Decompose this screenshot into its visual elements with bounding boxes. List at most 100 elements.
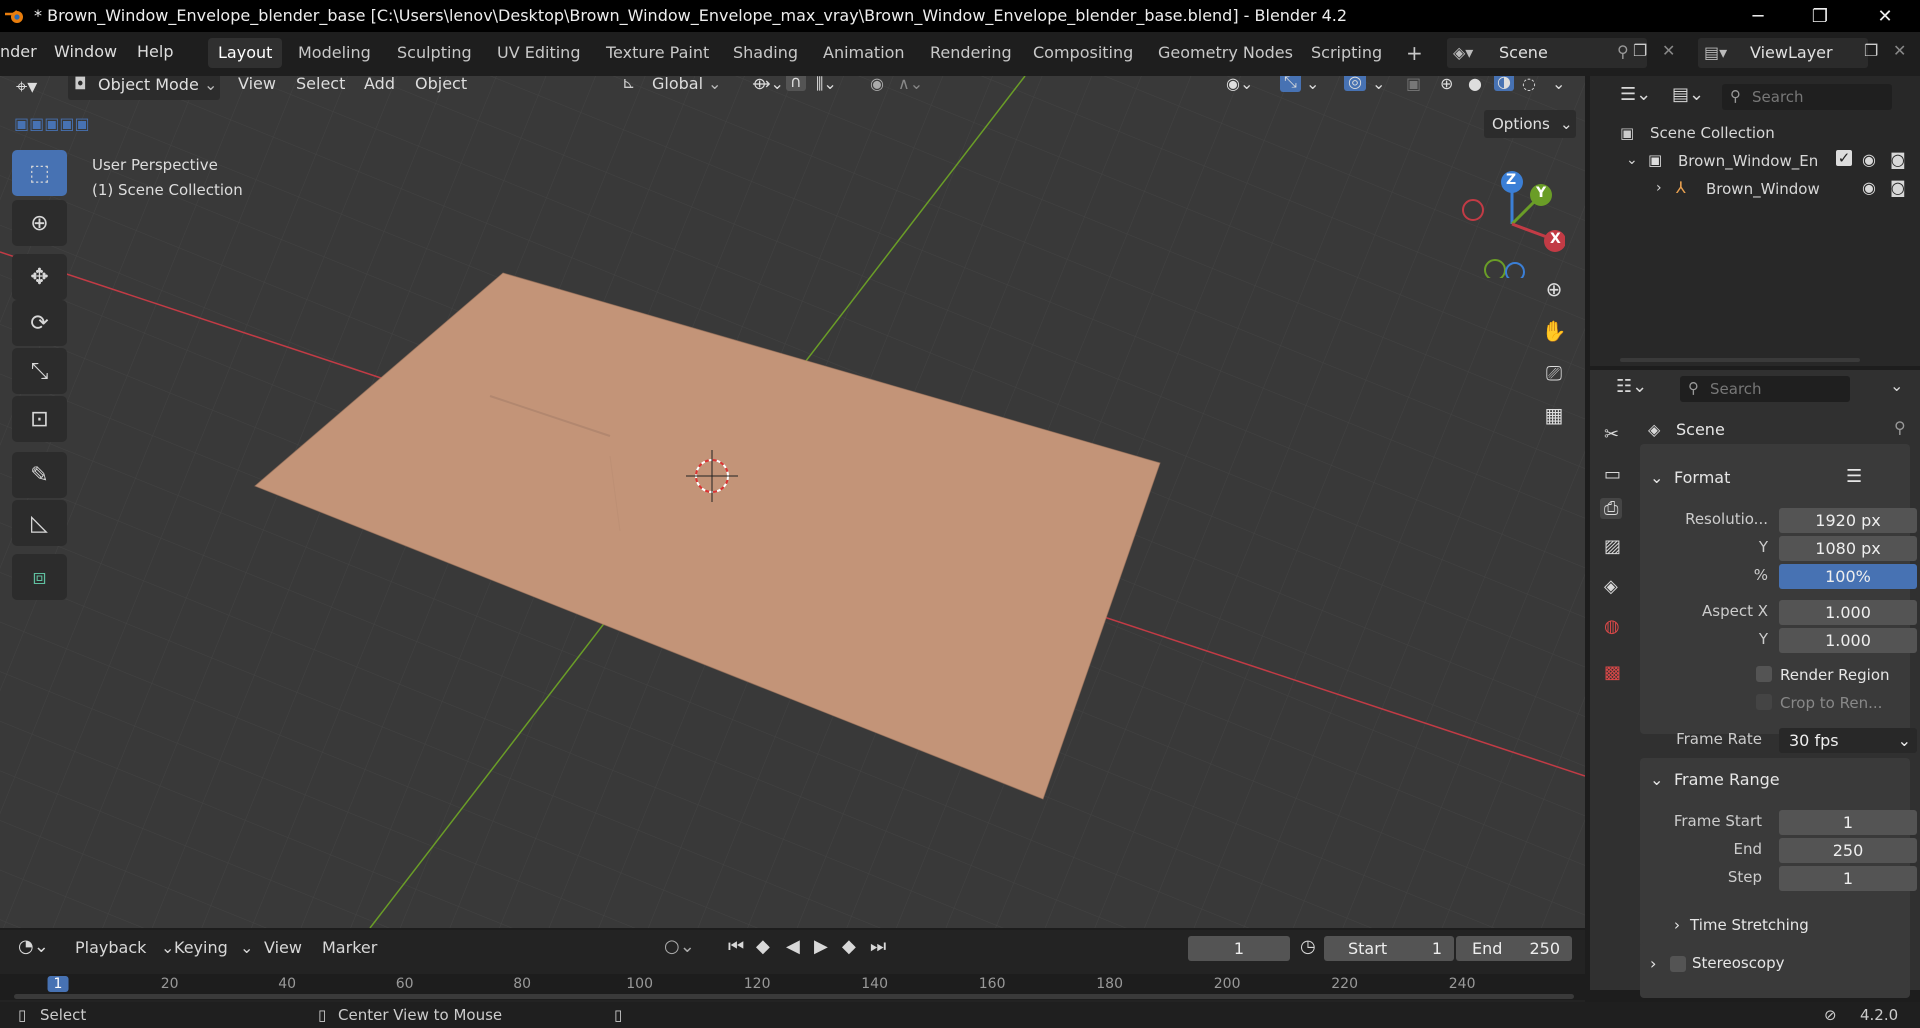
pin-icon[interactable]: ⚲ <box>1617 42 1629 61</box>
stereoscopy-header[interactable]: Stereoscopy <box>1692 954 1785 972</box>
viewlayer-selector[interactable]: ▤▾ ViewLayer <box>1698 38 1868 68</box>
minimize-button[interactable]: ─ <box>1735 0 1781 32</box>
outliner-scrollbar[interactable] <box>1620 358 1860 362</box>
tab-texture-paint[interactable]: Texture Paint <box>596 38 719 68</box>
editor-type-icon[interactable]: ⌖▾ <box>16 76 37 98</box>
new-viewlayer-icon[interactable]: ❐ <box>1864 41 1878 60</box>
checkbox-icon[interactable]: ✓ <box>1836 150 1852 166</box>
menu-playback[interactable]: Playback <box>75 938 146 957</box>
frame-range-header[interactable]: Frame Range <box>1674 770 1780 789</box>
stereoscopy-checkbox[interactable] <box>1670 956 1686 972</box>
tab-rendering[interactable]: Rendering <box>920 38 1022 68</box>
orientation-label[interactable]: Global <box>652 76 703 93</box>
outliner-object-label[interactable]: Brown_Window <box>1706 180 1820 198</box>
3d-viewport[interactable]: ⌖▾ ◘ Object Mode ⌄ View Select Add Objec… <box>0 76 1585 928</box>
scene-selector[interactable]: ◈▾ Scene ⚲ <box>1447 38 1647 68</box>
timeline-scrollbar[interactable] <box>14 994 1574 999</box>
chevron-down-icon[interactable]: ⌄ <box>1372 76 1385 93</box>
properties-search-input[interactable]: ⚲ Search <box>1680 376 1850 402</box>
new-scene-icon[interactable]: ❐ <box>1633 41 1647 60</box>
tab-sculpting[interactable]: Sculpting <box>387 38 482 68</box>
scale-tool[interactable]: ⤡ <box>12 348 67 394</box>
presets-icon[interactable]: ☰ <box>1846 466 1862 487</box>
transform-tool[interactable]: ⊡ <box>12 396 67 442</box>
chevron-down-icon[interactable]: ⌄ <box>1626 152 1638 168</box>
snap-icon[interactable]: ∩ <box>786 76 806 91</box>
tab-compositing[interactable]: Compositing <box>1023 38 1143 68</box>
play-reverse-icon[interactable]: ◀ <box>786 936 800 957</box>
camera-icon[interactable]: ◙ <box>1890 178 1906 197</box>
visibility-icon[interactable]: ◉⌄ <box>1226 76 1253 93</box>
menu-help[interactable]: Help <box>137 42 173 61</box>
crop-checkbox[interactable] <box>1756 694 1772 710</box>
rotate-tool[interactable]: ⟳ <box>12 300 67 346</box>
chevron-down-icon[interactable]: ⌄ <box>1890 376 1903 395</box>
proportional-edit-icon[interactable]: ◉ <box>870 76 884 93</box>
delete-scene-icon[interactable]: ✕ <box>1662 41 1675 60</box>
chevron-down-icon[interactable]: ⌄ <box>1552 76 1565 93</box>
record-icon[interactable]: ○⌄ <box>664 936 695 957</box>
resolution-y-field[interactable]: 1080 px <box>1779 536 1917 561</box>
menu-add[interactable]: Add <box>364 76 395 93</box>
pivot-icon[interactable]: ⟴⌄ <box>752 76 784 93</box>
add-cube-tool[interactable]: ⧈ <box>12 554 67 600</box>
camera-icon[interactable]: ◙ <box>1890 150 1906 169</box>
frame-range-expand-icon[interactable]: ⌄ <box>1650 770 1663 789</box>
tab-scripting[interactable]: Scripting <box>1301 38 1392 68</box>
timeline-editor-icon[interactable]: ◔⌄ <box>18 936 49 957</box>
wireframe-shading-icon[interactable]: ⊕ <box>1440 76 1453 93</box>
tool-tab-icon[interactable]: ✂ <box>1604 424 1619 445</box>
maximize-button[interactable]: ❐ <box>1797 0 1843 32</box>
select-box-tool[interactable]: ⬚ <box>12 150 67 196</box>
time-stretching-header[interactable]: Time Stretching <box>1690 916 1809 934</box>
format-expand-icon[interactable]: ⌄ <box>1650 468 1663 487</box>
menu-view[interactable]: View <box>238 76 276 93</box>
display-mode-icon[interactable]: ▤⌄ <box>1672 84 1704 105</box>
next-keyframe-icon[interactable]: ◆ <box>842 936 856 957</box>
pan-button[interactable]: ✋ <box>1535 312 1573 350</box>
outliner-collection-label[interactable]: Brown_Window_En <box>1678 152 1818 170</box>
move-tool[interactable]: ✥ <box>12 254 67 300</box>
eye-icon[interactable]: ◉ <box>1862 150 1876 169</box>
cursor-tool[interactable]: ⊕ <box>12 200 67 246</box>
menu-keying[interactable]: Keying <box>174 938 228 957</box>
measure-tool[interactable]: ◺ <box>12 500 67 546</box>
annotate-tool[interactable]: ✎ <box>12 452 67 498</box>
tab-modeling[interactable]: Modeling <box>288 38 381 68</box>
outliner-editor-icon[interactable]: ☰⌄ <box>1620 84 1651 105</box>
zoom-button[interactable]: ⊕ <box>1535 270 1573 308</box>
frame-step-field[interactable]: 1 <box>1779 866 1917 891</box>
timeline-start-field[interactable]: Start 1 <box>1324 936 1454 961</box>
stereoscopy-expand-icon[interactable]: › <box>1650 954 1656 973</box>
chevron-down-icon[interactable]: ⌄ <box>1306 76 1319 93</box>
eye-icon[interactable]: ◉ <box>1862 178 1876 197</box>
menu-select[interactable]: Select <box>296 76 345 93</box>
resolution-x-field[interactable]: 1920 px <box>1779 508 1917 533</box>
render-tab-icon[interactable]: ▭ <box>1604 464 1621 485</box>
scene-collection-label[interactable]: Scene Collection <box>1650 124 1775 142</box>
gizmo-toggle-icon[interactable]: ⤡ <box>1280 76 1301 92</box>
tab-layout[interactable]: Layout <box>208 38 283 68</box>
properties-editor-icon[interactable]: ☷⌄ <box>1616 376 1647 397</box>
prev-keyframe-icon[interactable]: ◆ <box>756 936 770 957</box>
aspect-x-field[interactable]: 1.000 <box>1779 600 1917 625</box>
play-icon[interactable]: ▶ <box>814 936 828 957</box>
frame-start-field[interactable]: 1 <box>1779 810 1917 835</box>
tab-shading[interactable]: Shading <box>723 38 808 68</box>
menu-marker[interactable]: Marker <box>322 938 377 957</box>
jump-end-icon[interactable]: ⏭ <box>870 936 886 957</box>
stopwatch-icon[interactable]: ◷ <box>1300 936 1316 957</box>
world-tab-icon[interactable]: ◍ <box>1604 616 1620 637</box>
select-box-icon[interactable]: ▣▣▣▣▣ <box>14 114 90 133</box>
options-dropdown[interactable]: Options ⌄ <box>1484 110 1576 138</box>
outliner-search-input[interactable]: ⚲ Search <box>1722 84 1892 110</box>
pin-icon[interactable]: ⚲ <box>1894 418 1906 437</box>
aspect-y-field[interactable]: 1.000 <box>1779 628 1917 653</box>
chevron-right-icon[interactable]: › <box>1656 180 1662 196</box>
material-shading-icon[interactable]: ◑ <box>1494 76 1514 91</box>
tab-animation[interactable]: Animation <box>813 38 915 68</box>
texture-tab-icon[interactable]: ▩ <box>1604 662 1621 683</box>
frame-end-field[interactable]: 250 <box>1779 838 1917 863</box>
snap-target-icon[interactable]: ⫼⌄ <box>816 76 837 94</box>
tab-geometry-nodes[interactable]: Geometry Nodes <box>1148 38 1303 68</box>
